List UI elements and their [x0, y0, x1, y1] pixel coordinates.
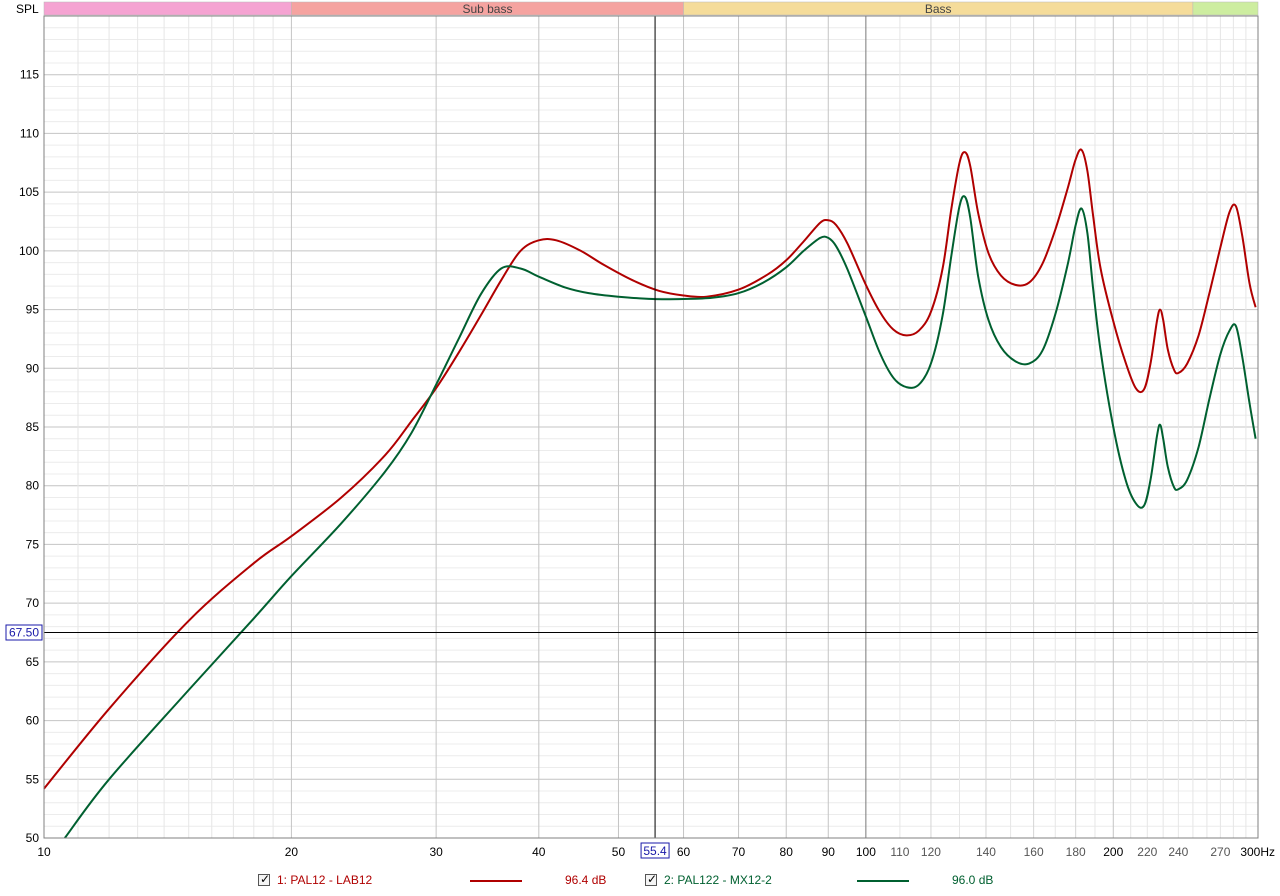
x-tick-label: 160: [1024, 845, 1044, 859]
cursor-x-readout: 55.4: [643, 844, 667, 858]
spl-chart[interactable]: Sub bass Bass SPL 67.50 55.4 50 55 60 65 70 75 80…: [0, 0, 1280, 872]
y-tick-label: 60: [26, 714, 40, 728]
x-tick-label: 180: [1066, 845, 1086, 859]
band-label-2: Bass: [925, 2, 952, 16]
y-tick-label: 80: [26, 479, 40, 493]
legend-label-2: 2: PAL122 - MX12-2: [664, 873, 772, 887]
legend-swatch-2: [857, 880, 909, 882]
legend: 1: PAL12 - LAB12 96.4 dB 2: PAL122 - MX1…: [0, 872, 1280, 892]
x-tick-label: 80: [780, 845, 794, 859]
band-0: [43, 1, 292, 16]
y-tick-label: 65: [26, 655, 40, 669]
x-tick-label: 20: [285, 845, 299, 859]
legend-value-2: 96.0 dB: [952, 873, 994, 887]
frequency-band-bar: Sub bass Bass SPL: [16, 1, 1259, 16]
y-tick-label: 115: [20, 68, 39, 82]
x-tick-label: 120: [921, 845, 941, 859]
x-tick-label: 50: [612, 845, 626, 859]
x-tick-label: 140: [976, 845, 996, 859]
x-tick-label: 200: [1103, 845, 1123, 859]
x-tick-label: 220: [1137, 845, 1157, 859]
legend-swatch-1: [470, 880, 522, 882]
x-tick-label: 30: [429, 845, 443, 859]
checkbox-series-1[interactable]: [258, 872, 270, 886]
x-tick-label: 40: [532, 845, 546, 859]
y-tick-label: 50: [26, 831, 40, 845]
x-tick-label: 60: [677, 845, 691, 859]
y-tick-label: 85: [26, 420, 40, 434]
x-tick-label: 270: [1210, 845, 1230, 859]
x-tick-label: 90: [822, 845, 836, 859]
y-tick-label: 105: [19, 185, 39, 199]
legend-label-1: 1: PAL12 - LAB12: [277, 873, 373, 887]
legend-value-1: 96.4 dB: [565, 873, 607, 887]
x-tick-label: 300Hz: [1240, 845, 1275, 859]
x-tick-label: 240: [1168, 845, 1188, 859]
y-axis-title: SPL: [16, 2, 39, 16]
y-tick-label: 110: [20, 126, 39, 140]
y-tick-label: 100: [19, 244, 39, 258]
y-tick-label: 90: [26, 361, 40, 375]
band-3: [1192, 1, 1259, 16]
y-tick-label: 70: [26, 596, 40, 610]
y-tick-label: 95: [26, 303, 40, 317]
y-tick-label: 75: [26, 537, 40, 551]
band-label-1: Sub bass: [462, 2, 512, 16]
x-tick-label: 10: [37, 845, 51, 859]
x-tick-label: 110: [890, 845, 909, 859]
y-tick-label: 55: [26, 772, 40, 786]
x-tick-label: 100: [856, 845, 876, 859]
x-tick-label: 70: [732, 845, 746, 859]
cursor-y-readout: 67.50: [9, 626, 39, 640]
checkbox-series-2[interactable]: [645, 872, 657, 886]
